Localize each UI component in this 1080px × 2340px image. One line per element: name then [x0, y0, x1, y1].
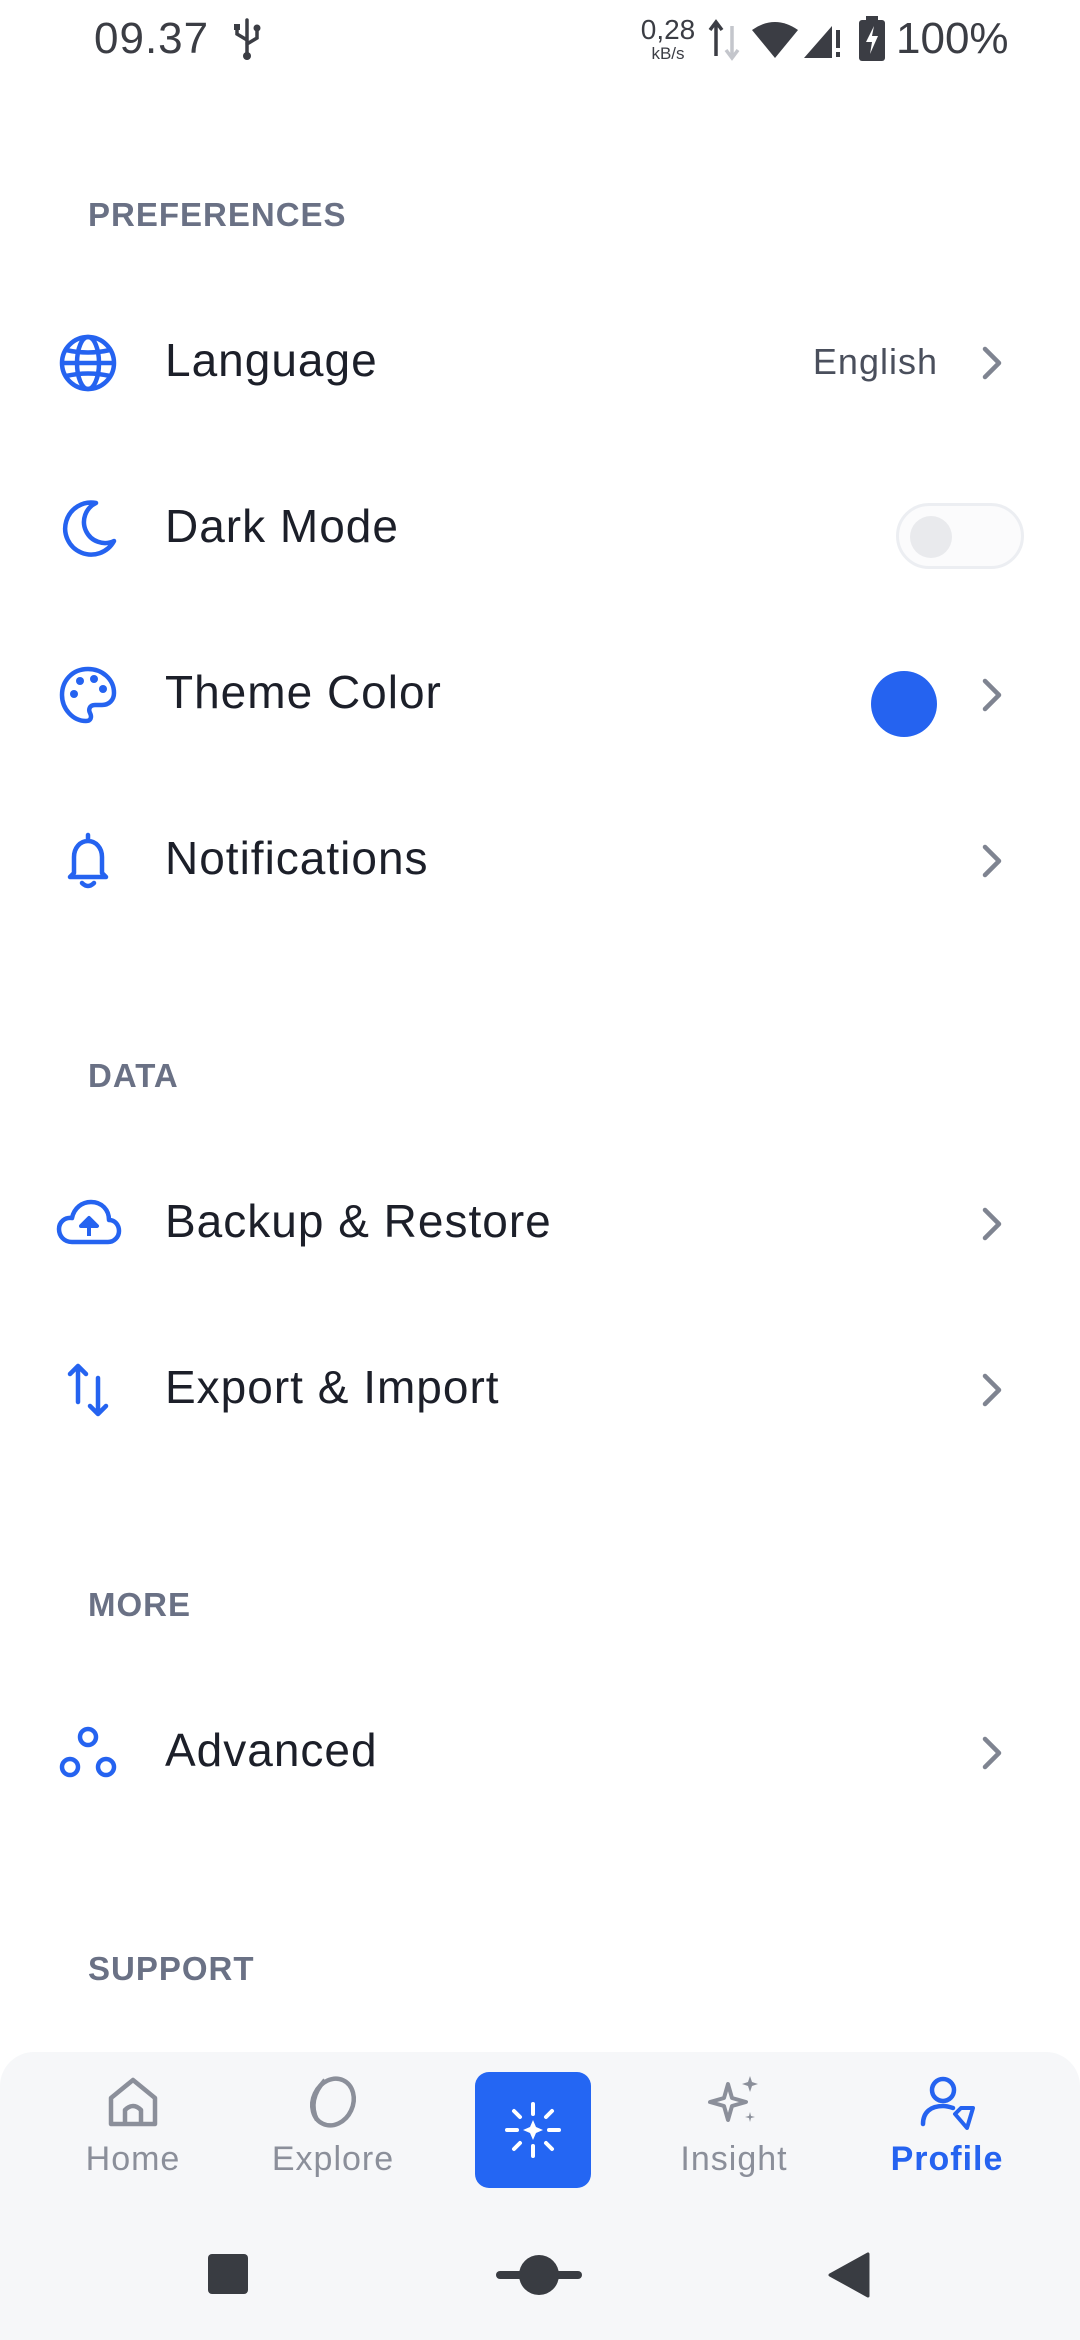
row-dark-mode[interactable]: Dark Mode	[0, 449, 1080, 599]
nav-label: Profile	[890, 2140, 1004, 2178]
chevron-right-icon	[982, 1736, 1002, 1770]
chevron-right-icon	[982, 346, 1002, 380]
row-label: Advanced	[165, 1724, 378, 1776]
row-theme-color[interactable]: Theme Color	[0, 615, 1080, 765]
nav-center-action-button[interactable]	[475, 2072, 591, 2188]
battery-percent: 100%	[896, 14, 1009, 63]
status-time: 09.37	[94, 14, 210, 63]
recent-apps-button[interactable]	[208, 2254, 248, 2294]
dark-mode-toggle[interactable]	[896, 503, 1024, 569]
system-nav-bar	[0, 2212, 1080, 2340]
wifi-icon	[752, 22, 798, 58]
palette-icon	[59, 666, 117, 724]
globe-icon	[59, 334, 117, 392]
row-notifications[interactable]: Notifications	[0, 781, 1080, 931]
toggle-knob	[910, 516, 952, 558]
data-transfer-icon	[708, 19, 740, 61]
row-label: Dark Mode	[165, 500, 399, 552]
row-export-import[interactable]: Export & Import	[0, 1310, 1080, 1460]
nav-explore[interactable]: Explore	[248, 2070, 418, 2210]
row-label: Backup & Restore	[165, 1195, 552, 1247]
home-pill-button[interactable]	[494, 2250, 584, 2300]
section-title-data: DATA	[88, 1057, 179, 1094]
back-button[interactable]	[826, 2250, 872, 2300]
nav-insight[interactable]: Insight	[649, 2070, 819, 2210]
section-title-support: SUPPORT	[88, 1950, 255, 1987]
circles-icon	[59, 1726, 117, 1778]
explore-icon	[309, 2076, 357, 2128]
bottom-nav: Home Explore Insight Profile	[0, 2052, 1080, 2212]
row-backup-restore[interactable]: Backup & Restore	[0, 1144, 1080, 1294]
network-speed: 0,28 kB/s	[640, 14, 696, 63]
chevron-right-icon	[982, 844, 1002, 878]
theme-color-swatch	[871, 671, 937, 737]
cloud-upload-icon	[56, 1199, 122, 1245]
sparkles-icon	[708, 2076, 758, 2122]
nav-label: Insight	[680, 2140, 788, 2178]
moon-icon	[62, 500, 117, 557]
section-title-more: MORE	[88, 1586, 191, 1623]
usb-icon	[234, 18, 261, 60]
row-label: Language	[165, 334, 378, 386]
home-icon	[108, 2077, 158, 2127]
cell-signal-icon	[804, 26, 840, 58]
transfer-arrows-icon	[67, 1363, 109, 1417]
chevron-right-icon	[982, 1373, 1002, 1407]
profile-icon	[920, 2076, 975, 2130]
row-label: Theme Color	[165, 666, 442, 718]
chevron-right-icon	[982, 1207, 1002, 1241]
sparkle-burst-icon	[505, 2102, 561, 2158]
battery-icon	[859, 16, 885, 61]
row-label: Export & Import	[165, 1361, 500, 1413]
nav-home[interactable]: Home	[48, 2070, 218, 2210]
nav-label: Home	[85, 2140, 181, 2178]
nav-label: Explore	[271, 2140, 395, 2178]
row-language[interactable]: Language English	[0, 283, 1080, 433]
section-title-preferences: PREFERENCES	[88, 196, 347, 233]
nav-profile[interactable]: Profile	[862, 2070, 1032, 2210]
chevron-right-icon	[982, 678, 1002, 712]
status-bar: 09.37 0,28 kB/s 100%	[0, 0, 1080, 80]
language-value: English	[812, 341, 938, 382]
row-label: Notifications	[165, 832, 429, 884]
row-advanced[interactable]: Advanced	[0, 1673, 1080, 1823]
bell-icon	[67, 832, 109, 889]
